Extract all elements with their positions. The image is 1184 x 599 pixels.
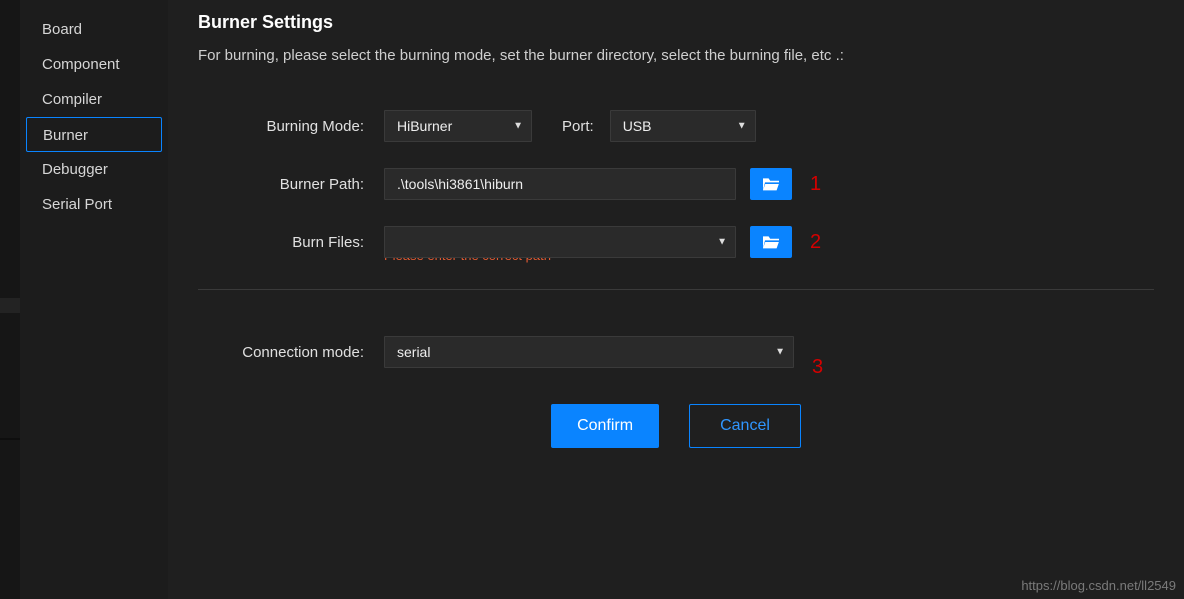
annotation-2: 2: [810, 231, 821, 254]
select-burn-files[interactable]: ▼: [384, 226, 736, 258]
select-burning-mode-value: HiBurner: [397, 118, 452, 134]
sidebar-item-serial-port[interactable]: Serial Port: [20, 187, 168, 222]
sidebar-item-component[interactable]: Component: [20, 47, 168, 82]
label-burner-path: Burner Path:: [198, 176, 384, 193]
select-port[interactable]: USB ▼: [610, 110, 756, 142]
left-rail-split: [0, 438, 20, 440]
page-description: For burning, please select the burning m…: [198, 47, 1154, 64]
row-burning-mode: Burning Mode: HiBurner ▼ Port: USB ▼: [198, 110, 1154, 142]
label-port: Port:: [532, 118, 610, 135]
left-rail-marker: [0, 298, 20, 313]
select-connection-mode-value: serial: [397, 344, 430, 360]
sidebar: Board Component Compiler Burner Debugger…: [20, 0, 168, 599]
chevron-down-icon: ▼: [513, 121, 523, 132]
input-burner-path[interactable]: [384, 168, 736, 200]
select-port-value: USB: [623, 118, 652, 134]
select-burning-mode[interactable]: HiBurner ▼: [384, 110, 532, 142]
label-burn-files: Burn Files:: [198, 234, 384, 251]
sidebar-item-board[interactable]: Board: [20, 12, 168, 47]
confirm-button[interactable]: Confirm: [551, 404, 659, 448]
page-title: Burner Settings: [198, 12, 1154, 33]
button-row: Confirm Cancel: [198, 404, 1154, 448]
chevron-down-icon: ▼: [775, 347, 785, 358]
cancel-button[interactable]: Cancel: [689, 404, 801, 448]
watermark: https://blog.csdn.net/ll2549: [1021, 578, 1176, 593]
chevron-down-icon: ▼: [717, 237, 727, 248]
chevron-down-icon: ▼: [737, 121, 747, 132]
annotation-3: 3: [812, 356, 823, 379]
content: Burner Settings For burning, please sele…: [168, 0, 1184, 599]
annotation-1: 1: [810, 173, 821, 196]
sidebar-item-burner[interactable]: Burner: [26, 117, 162, 152]
row-burner-path: Burner Path: 1: [198, 168, 1154, 200]
sidebar-item-debugger[interactable]: Debugger: [20, 152, 168, 187]
left-rail: [0, 0, 20, 599]
browse-burn-files-button[interactable]: [750, 226, 792, 258]
browse-burner-path-button[interactable]: [750, 168, 792, 200]
folder-open-icon: [761, 176, 781, 192]
select-connection-mode[interactable]: serial ▼: [384, 336, 794, 368]
folder-open-icon: [761, 234, 781, 250]
label-burning-mode: Burning Mode:: [198, 118, 384, 135]
form: Burning Mode: HiBurner ▼ Port: USB ▼ Bur…: [198, 110, 1154, 448]
label-connection-mode: Connection mode:: [198, 344, 384, 361]
sidebar-item-compiler[interactable]: Compiler: [20, 82, 168, 117]
row-connection-mode: Connection mode: serial ▼ 3: [198, 336, 1154, 368]
divider: [198, 289, 1154, 290]
